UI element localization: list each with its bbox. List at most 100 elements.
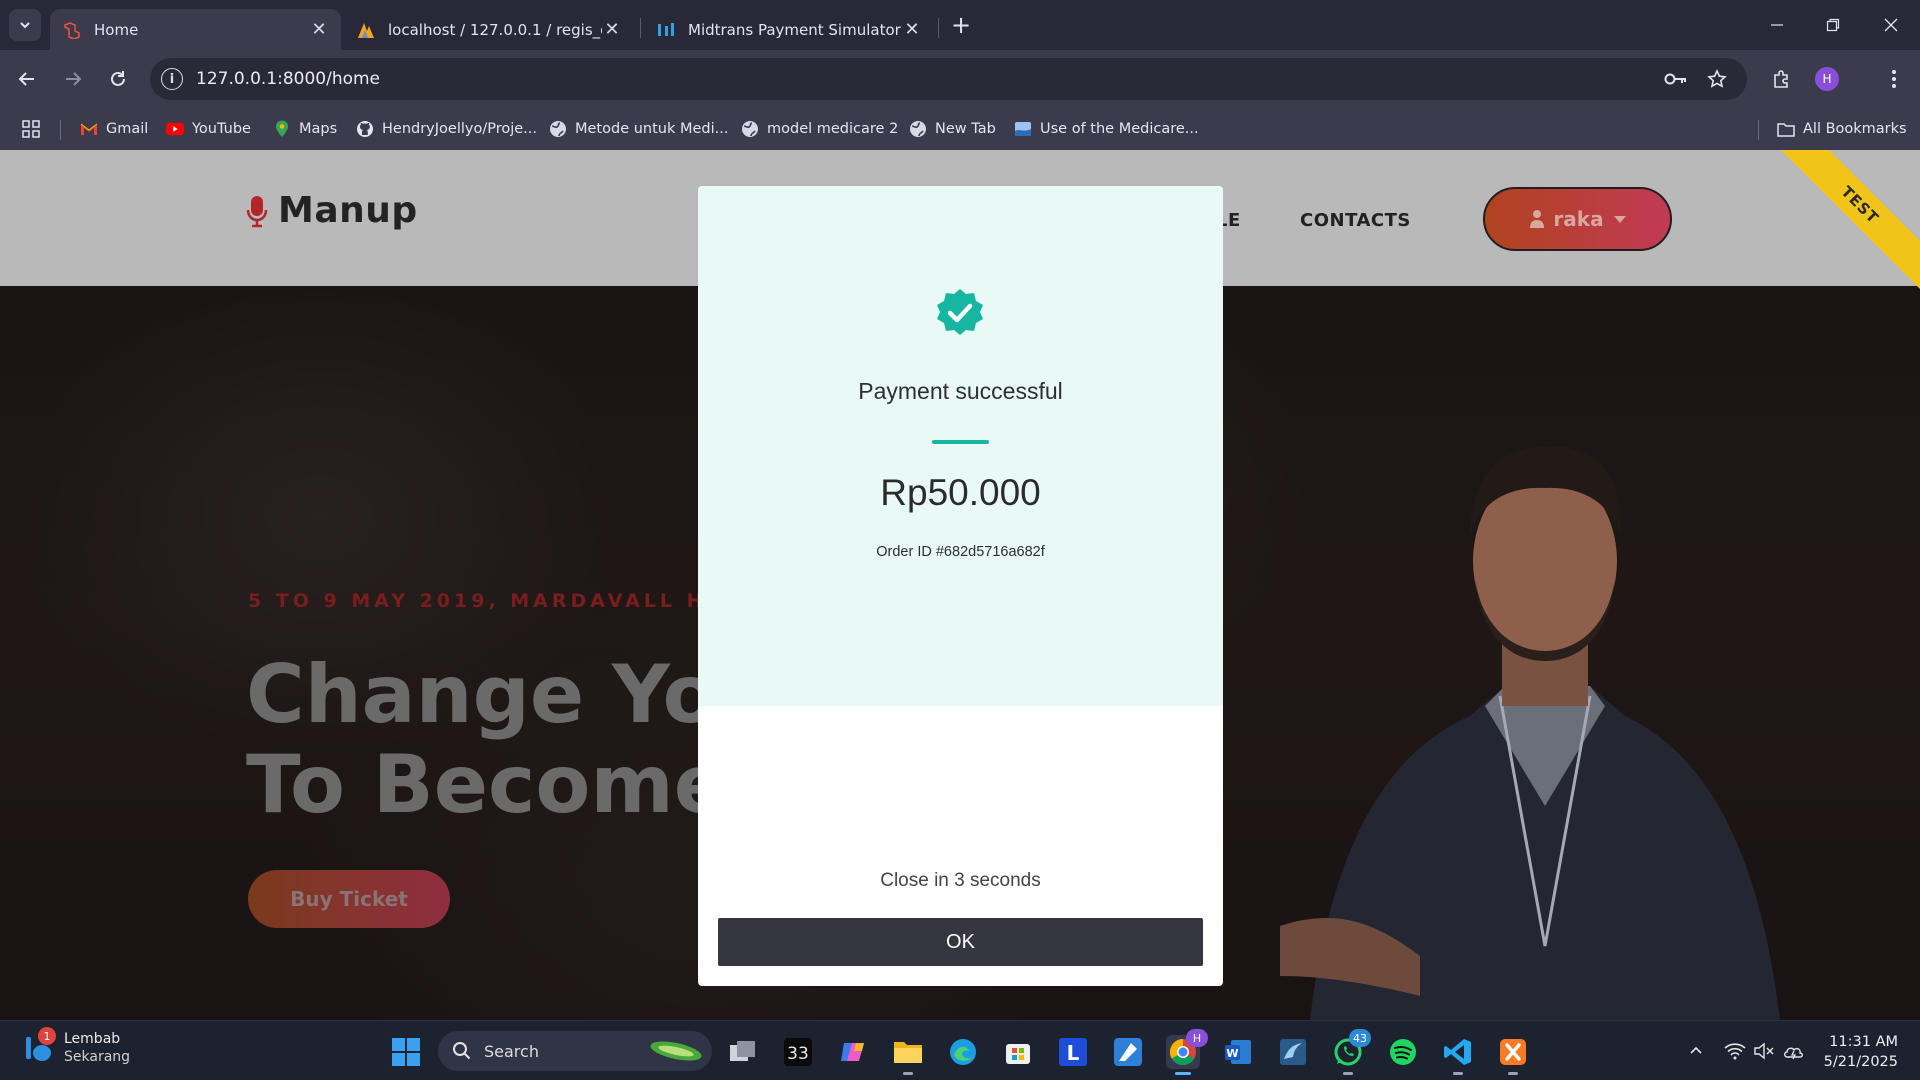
extensions-button[interactable] — [1767, 64, 1797, 94]
tab-home[interactable]: Home ✕ — [50, 9, 341, 50]
speaker-photo — [1280, 446, 1780, 1020]
app-33-icon: 33 — [784, 1038, 812, 1066]
taskbar-search[interactable]: Search — [438, 1031, 712, 1071]
all-bookmarks-button[interactable]: All Bookmarks — [1777, 119, 1907, 139]
bookmark-new-tab[interactable]: New Tab — [909, 119, 996, 139]
bookmark-maps[interactable]: Maps — [273, 119, 337, 139]
taskbar-mysql-workbench[interactable] — [1276, 1035, 1310, 1069]
menu-button[interactable] — [1879, 64, 1909, 94]
midtrans-icon — [656, 20, 676, 40]
taskbar-xampp[interactable] — [1496, 1035, 1530, 1075]
address-bar[interactable]: i 127.0.0.1:8000/home — [150, 58, 1747, 100]
taskbar-chrome[interactable]: H — [1166, 1029, 1208, 1075]
forward-button[interactable] — [58, 64, 88, 94]
taskbar-file-explorer[interactable] — [891, 1035, 925, 1075]
doc-icon — [1014, 120, 1032, 138]
close-tab-icon[interactable]: ✕ — [902, 19, 922, 40]
bookmark-star-icon[interactable] — [1705, 67, 1729, 91]
windows-icon — [392, 1038, 420, 1066]
folder-icon — [894, 1042, 922, 1063]
taskbar-copilot[interactable] — [836, 1035, 870, 1069]
bookmark-label: Use of the Medicare... — [1040, 121, 1199, 137]
bookmark-github[interactable]: HendryJoellyo/Proje... — [356, 119, 537, 139]
bookmark-medicare2[interactable]: model medicare 2 — [741, 119, 898, 139]
new-tab-button[interactable]: + — [948, 11, 974, 39]
folder-icon — [1777, 120, 1795, 138]
user-icon — [1530, 210, 1545, 228]
site-logo[interactable]: Manup — [246, 190, 418, 231]
system-clock[interactable]: 11:31 AM 5/21/2025 — [1814, 1032, 1898, 1072]
bookmark-label: All Bookmarks — [1803, 121, 1907, 137]
minimize-button[interactable] — [1754, 10, 1800, 40]
password-key-icon[interactable] — [1664, 67, 1688, 91]
taskbar-spotify[interactable] — [1386, 1035, 1420, 1069]
taskbar-vscode[interactable] — [1441, 1035, 1475, 1075]
close-tab-icon[interactable]: ✕ — [309, 19, 329, 40]
close-countdown: Close in 3 seconds — [880, 870, 1041, 891]
close-tab-icon[interactable]: ✕ — [602, 19, 622, 40]
globe-icon — [741, 120, 759, 138]
bookmark-use-medicare[interactable]: Use of the Medicare... — [1014, 119, 1199, 139]
xampp-icon — [1500, 1039, 1526, 1065]
laravel-icon — [62, 20, 82, 40]
github-icon — [356, 120, 374, 138]
taskbar-word[interactable]: W — [1221, 1035, 1255, 1069]
tab-search-button[interactable] — [9, 9, 41, 41]
taskbar-whatsapp[interactable]: 43 — [1331, 1029, 1371, 1075]
reload-button[interactable] — [103, 64, 133, 94]
maps-icon — [273, 120, 291, 138]
tab-midtrans[interactable]: Midtrans Payment Simulator ✕ — [644, 9, 934, 50]
reload-icon — [111, 71, 125, 86]
show-hidden-icons-button[interactable] — [1684, 1039, 1708, 1063]
edge-icon — [950, 1039, 976, 1065]
site-info-icon[interactable]: i — [161, 68, 183, 90]
tab-title: localhost / 127.0.0.1 / regis_eve — [388, 20, 602, 39]
start-button[interactable] — [389, 1035, 423, 1069]
modal-summary-panel — [698, 186, 1223, 706]
user-menu-button[interactable]: raka — [1483, 187, 1672, 251]
taskbar-edge[interactable] — [946, 1035, 980, 1069]
bookmark-label: YouTube — [192, 121, 251, 137]
user-name: raka — [1553, 207, 1604, 231]
svg-text:33: 33 — [787, 1044, 809, 1064]
puzzle-icon — [1774, 70, 1788, 88]
clock-time: 11:31 AM — [1829, 1034, 1898, 1050]
pen-app-icon — [1114, 1038, 1142, 1066]
close-window-button[interactable] — [1868, 10, 1914, 40]
globe-icon — [909, 120, 927, 138]
payment-success-modal: Payment successful Rp50.000 Order ID #68… — [698, 186, 1223, 986]
taskbar-app-l[interactable]: L — [1056, 1035, 1090, 1069]
url-text[interactable]: 127.0.0.1:8000/home — [196, 69, 380, 89]
wifi-button[interactable] — [1723, 1039, 1747, 1063]
nav-item-contacts[interactable]: CONTACTS — [1300, 210, 1411, 231]
vscode-icon — [1444, 1039, 1471, 1065]
volume-button[interactable] — [1752, 1039, 1776, 1063]
battery-button[interactable] — [1783, 1039, 1807, 1063]
apps-button[interactable] — [22, 119, 48, 139]
taskbar-app-pen[interactable] — [1111, 1035, 1145, 1069]
volume-muted-icon — [1754, 1042, 1774, 1060]
taskbar-app-33[interactable]: 33 — [781, 1035, 815, 1069]
tab-phpmyadmin[interactable]: localhost / 127.0.0.1 / regis_eve ✕ — [344, 9, 634, 50]
bookmark-youtube[interactable]: YouTube — [166, 119, 251, 139]
accent-divider — [932, 440, 989, 444]
verified-check-icon — [937, 289, 983, 335]
bookmark-label: Maps — [299, 121, 338, 137]
profile-button[interactable]: H — [1812, 64, 1842, 94]
bookmark-gmail[interactable]: Gmail — [80, 119, 148, 139]
youtube-icon — [166, 120, 184, 138]
buy-ticket-button[interactable]: Buy Ticket — [248, 870, 450, 928]
task-view-button[interactable] — [726, 1035, 760, 1069]
weather-widget[interactable]: 1 Lembab Sekarang — [22, 1027, 130, 1066]
bookmark-label: Gmail — [106, 121, 149, 137]
back-button[interactable] — [12, 64, 42, 94]
apps-grid-icon — [22, 120, 40, 138]
bookmark-metode[interactable]: Metode untuk Medi... — [549, 119, 728, 139]
weather-title: Lembab — [64, 1031, 121, 1047]
bookmark-separator — [1758, 120, 1759, 140]
ok-button[interactable]: OK — [718, 918, 1203, 966]
close-icon — [1884, 18, 1898, 32]
bookmarks-bar: Gmail YouTube Maps HendryJoellyo/Proje..… — [0, 108, 1920, 150]
taskbar-store[interactable] — [1001, 1035, 1035, 1069]
restore-button[interactable] — [1810, 10, 1856, 40]
